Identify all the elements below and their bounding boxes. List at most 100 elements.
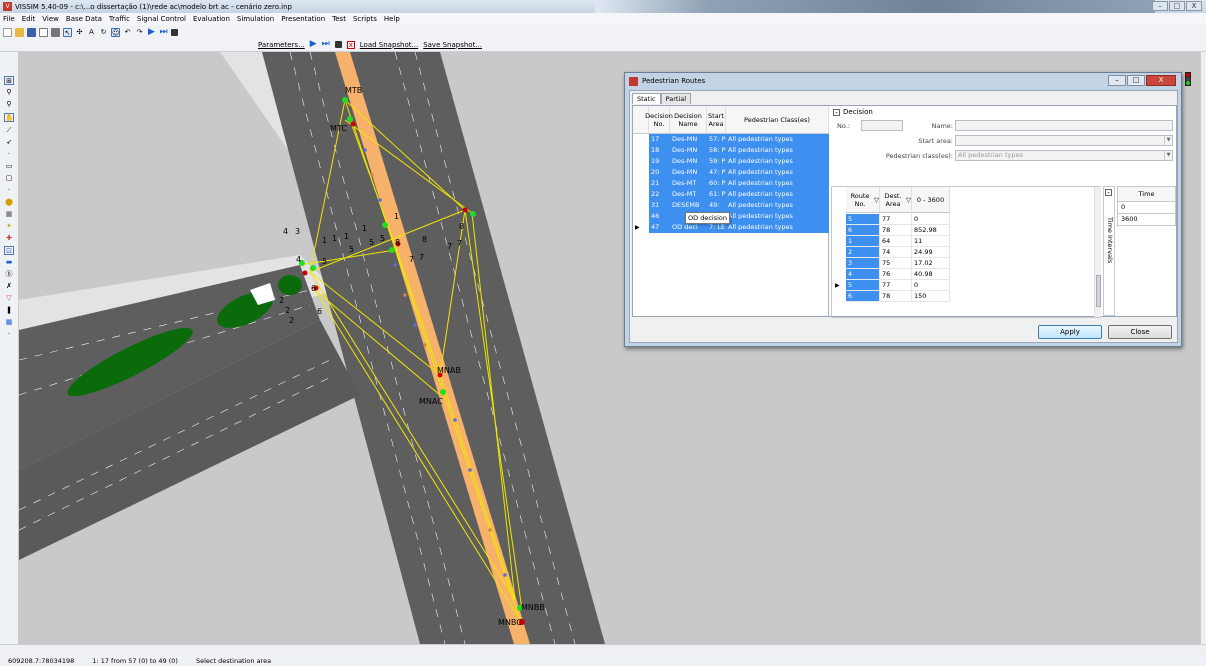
stop-icon[interactable] [171, 28, 178, 36]
print-preview-icon[interactable] [39, 27, 48, 37]
node-icon[interactable]: ⓑ [4, 270, 14, 279]
table-row[interactable]: 6 78 852.98 [832, 225, 950, 236]
priority-icon[interactable]: ▽ [4, 294, 14, 303]
zoom-in-icon[interactable]: ⚲ [4, 88, 14, 97]
decision-section-header[interactable]: – Decision [833, 108, 873, 116]
scroll-thumb[interactable] [1096, 275, 1101, 307]
zoom-all-icon[interactable]: ⊞ [4, 76, 14, 85]
routes-icon[interactable]: ▦ [4, 210, 14, 219]
dialog-maximize-button[interactable]: □ [1127, 75, 1145, 86]
routes-scrollbar[interactable] [1094, 187, 1101, 317]
tab-static[interactable]: Static [632, 93, 661, 104]
pedestrian-icon[interactable]: ☺ [111, 27, 120, 37]
horizontal-scrollbar[interactable] [0, 644, 1206, 656]
collapse-icon[interactable]: – [833, 108, 840, 116]
undo-icon[interactable]: ↶ [123, 28, 132, 37]
menu-edit[interactable]: Edit [22, 15, 36, 23]
table-row[interactable]: 17 Des-MN 57: P All pedestrian types [633, 134, 829, 145]
load-snapshot-button[interactable]: Load Snapshot... [360, 41, 418, 49]
menu-view[interactable]: View [42, 15, 59, 23]
col-route-no[interactable]: Route No. ▽ [846, 187, 880, 212]
dialog-minimize-button[interactable]: – [1108, 75, 1126, 86]
ped-routes-icon[interactable]: ✚ [4, 234, 14, 243]
zoom-out-icon[interactable]: ⚲ [4, 100, 14, 109]
time-intervals-toggle[interactable]: – Time Intervals [1103, 186, 1115, 316]
table-row[interactable]: ▶ 47 OD deci 7: LE All pedestrian types [633, 222, 829, 233]
signal-head-icon[interactable]: ❚ [4, 306, 14, 315]
vertical-scrollbar[interactable] [1200, 52, 1206, 644]
tab-partial[interactable]: Partial [660, 93, 692, 104]
vehicle-input-icon[interactable]: ⬤ [4, 198, 14, 207]
apply-button[interactable]: Apply [1038, 325, 1102, 339]
redo-icon[interactable]: ↷ [135, 28, 144, 37]
decision-name-field[interactable] [955, 120, 1173, 131]
menu-file[interactable]: File [3, 15, 15, 23]
menu-base-data[interactable]: Base Data [66, 15, 102, 23]
pan-icon[interactable]: ✋ [4, 113, 14, 122]
save-icon[interactable] [27, 27, 36, 37]
table-row[interactable]: 21 Des-MT 60: P All pedestrian types [633, 178, 829, 189]
close-button[interactable]: X [1186, 1, 1202, 11]
table-row[interactable]: 22 Des-MT 61: P All pedestrian types [633, 189, 829, 200]
collapse-icon[interactable]: – [1105, 189, 1112, 196]
menu-help[interactable]: Help [384, 15, 400, 23]
menu-test[interactable]: Test [332, 15, 346, 23]
measure-icon[interactable]: ✗ [4, 282, 14, 291]
single-step-icon[interactable]: ⏭ [322, 40, 330, 49]
run-icon[interactable]: ▶ [310, 40, 317, 49]
table-row[interactable]: 31 DESEMB 49: All pedestrian types [633, 200, 829, 211]
col-pedestrian-class[interactable]: Pedestrian Class(es) [726, 106, 829, 133]
table-row[interactable]: 4 76 40.98 [832, 269, 950, 280]
print-icon[interactable] [51, 27, 60, 37]
obstacle-icon[interactable]: ▢ [4, 174, 14, 183]
dialog-close-button[interactable]: X [1146, 75, 1176, 86]
menu-presentation[interactable]: Presentation [281, 15, 325, 23]
col-time-interval[interactable]: 0 - 3600 [912, 187, 950, 212]
area-icon[interactable]: ▭ [4, 162, 14, 171]
col-dest-area[interactable]: Dest. Area ▽ [880, 187, 912, 212]
table-row[interactable]: 18 Des-MN 58: P All pedestrian types [633, 145, 829, 156]
menu-evaluation[interactable]: Evaluation [193, 15, 230, 23]
time-row[interactable]: 3600 [1117, 214, 1176, 226]
table-row[interactable]: 5 77 0 [832, 214, 950, 225]
text-icon[interactable]: A [87, 28, 96, 37]
open-folder-icon[interactable] [15, 27, 24, 37]
menu-simulation[interactable]: Simulation [237, 15, 274, 23]
refresh-icon[interactable]: ↻ [99, 28, 108, 37]
connector-icon[interactable]: ➶ [4, 138, 14, 147]
minimize-button[interactable]: – [1152, 1, 1168, 11]
table-row[interactable]: 460All pedestrian types [633, 211, 829, 222]
start-area-select[interactable]: ▼ [955, 135, 1173, 146]
col-decision-name[interactable]: Decision Name [670, 106, 707, 133]
table-row[interactable]: 6 78 150 [832, 291, 950, 302]
speed-icon[interactable]: ▬ [4, 258, 14, 267]
play-icon[interactable]: ▶ [147, 27, 156, 37]
col-decision-no[interactable]: Decision No. [645, 106, 673, 133]
save-snapshot-button[interactable]: Save Snapshot... [423, 41, 482, 49]
rotate-icon[interactable]: ✣ [75, 28, 84, 37]
decision-no-field[interactable] [861, 120, 903, 131]
table-row[interactable]: 2 74 24.99 [832, 247, 950, 258]
cancel-icon[interactable]: x [346, 40, 355, 49]
select-icon[interactable]: ↖ [63, 27, 72, 37]
close-dialog-button[interactable]: Close [1108, 325, 1172, 339]
maximize-button[interactable]: □ [1169, 1, 1185, 11]
ped-input-icon[interactable]: ✦ [4, 222, 14, 231]
table-row[interactable]: 3 75 17.02 [832, 258, 950, 269]
table-row[interactable]: ▶ 5 77 0 [832, 280, 950, 291]
ped-decision-icon[interactable]: ⊡ [4, 246, 14, 255]
menu-traffic[interactable]: Traffic [109, 15, 130, 23]
stop-sim-icon[interactable] [334, 41, 342, 48]
menu-scripts[interactable]: Scripts [353, 15, 377, 23]
time-row[interactable]: 0 [1117, 202, 1176, 214]
parameters-button[interactable]: Parameters... [258, 41, 305, 49]
detector-icon[interactable]: ▦ [4, 318, 14, 327]
new-file-icon[interactable] [3, 27, 12, 37]
table-row[interactable]: 19 Des-MN 59: P All pedestrian types [633, 156, 829, 167]
table-row[interactable]: 1 64 11 [832, 236, 950, 247]
col-start-area[interactable]: Start Area [707, 106, 726, 133]
table-row[interactable]: 20 Des-MN 47: P All pedestrian types [633, 167, 829, 178]
step-icon[interactable]: ⏭ [159, 27, 168, 37]
menu-signal-control[interactable]: Signal Control [137, 15, 186, 23]
ped-class-select[interactable]: All pedestrian types ▼ [955, 150, 1173, 161]
